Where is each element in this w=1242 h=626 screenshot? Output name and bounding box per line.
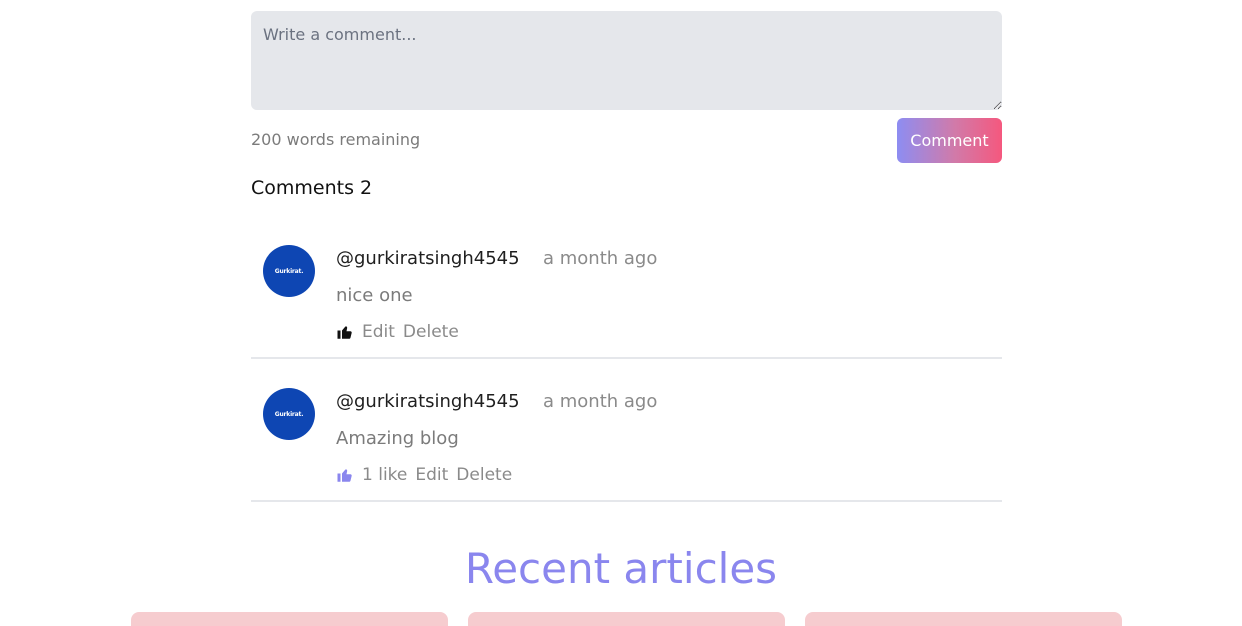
avatar[interactable]: Gurkirat. [263, 245, 315, 297]
comment-like-count: 1 like [362, 465, 408, 485]
comment-text: Amazing blog [336, 428, 459, 449]
comment-input[interactable] [251, 11, 1002, 110]
words-remaining-counter: 200 words remaining [251, 130, 421, 149]
thumbs-up-icon[interactable] [336, 466, 354, 484]
comment-edit-link[interactable]: Edit [415, 465, 448, 485]
comment-delete-link[interactable]: Delete [456, 465, 512, 485]
comment-delete-link[interactable]: Delete [403, 322, 459, 342]
thumbs-up-icon[interactable] [336, 323, 354, 341]
article-card[interactable] [468, 612, 785, 626]
comment-text: nice one [336, 285, 413, 306]
comment-actions: Edit Delete [336, 322, 459, 342]
article-card[interactable] [805, 612, 1122, 626]
comments-heading: Comments 2 [251, 177, 373, 199]
comment-submit-button[interactable]: Comment [897, 118, 1002, 163]
article-card[interactable] [131, 612, 448, 626]
comment-timestamp: a month ago [543, 391, 658, 412]
comment-username[interactable]: @gurkiratsingh4545 [336, 248, 520, 269]
comment-username[interactable]: @gurkiratsingh4545 [336, 391, 520, 412]
comment-item: Gurkirat. @gurkiratsingh4545 a month ago… [251, 359, 1002, 502]
comment-actions: 1 like Edit Delete [336, 465, 512, 485]
avatar[interactable]: Gurkirat. [263, 388, 315, 440]
recent-articles-heading: Recent articles [464, 544, 778, 593]
comment-edit-link[interactable]: Edit [362, 322, 395, 342]
comment-item: Gurkirat. @gurkiratsingh4545 a month ago… [251, 216, 1002, 359]
comment-timestamp: a month ago [543, 248, 658, 269]
page: 200 words remaining Comment Comments 2 G… [0, 0, 1242, 626]
